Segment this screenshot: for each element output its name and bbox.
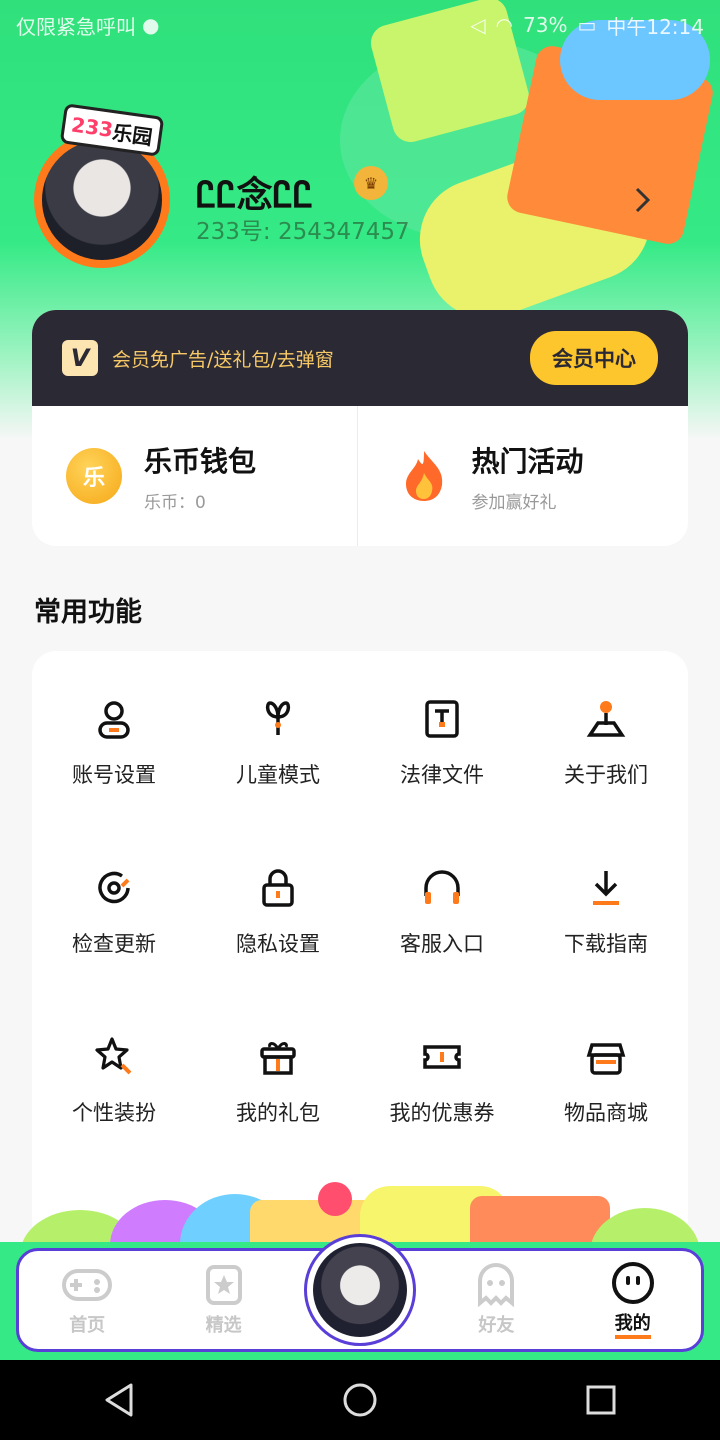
function-label: 关于我们	[564, 763, 648, 787]
user-icon	[98, 701, 130, 739]
recents-icon[interactable]	[585, 1384, 617, 1416]
activity-title: 热门活动	[471, 444, 584, 478]
activity-sub: 参加赢好礼	[471, 492, 557, 513]
privacy-settings-item[interactable]: 隐私设置	[196, 866, 360, 1035]
vip-logo-icon: V	[62, 340, 98, 376]
function-label: 我的优惠券	[389, 1101, 495, 1125]
customer-service-item[interactable]: 客服入口	[360, 866, 524, 1035]
badge-text: 乐园	[110, 119, 154, 150]
smiley-face-icon	[611, 1262, 654, 1304]
common-functions-title: 常用功能	[34, 597, 142, 628]
crown-icon[interactable]: ♛	[354, 166, 388, 200]
battery-icon: ▭	[577, 13, 597, 37]
nav-home-label: 首页	[69, 1315, 106, 1336]
vip-card: V 会员免广告/送礼包/去弹窗 会员中心 乐 乐币钱包 乐币：0 热门活动 参加…	[32, 310, 688, 546]
about-us-item[interactable]: 关于我们	[524, 697, 688, 866]
nav-friends[interactable]: 好友	[436, 1263, 556, 1337]
fire-icon	[398, 448, 450, 504]
function-label: 下载指南	[564, 932, 648, 956]
sprout-icon	[265, 701, 291, 735]
account-settings-item[interactable]: 账号设置	[32, 697, 196, 866]
nav-featured-label: 精选	[205, 1315, 242, 1336]
vip-promo-text: 会员免广告/送礼包/去弹窗	[112, 348, 334, 371]
vip-center-button[interactable]: 会员中心	[530, 331, 658, 385]
function-label: 客服入口	[400, 932, 484, 956]
gift-icon	[260, 1042, 296, 1075]
document-icon	[425, 700, 459, 738]
home-circle-icon[interactable]	[342, 1382, 378, 1418]
function-label: 法律文件	[400, 763, 484, 787]
ghost-icon	[478, 1263, 515, 1307]
joystick-icon	[586, 701, 626, 737]
gamepad-icon	[62, 1269, 113, 1301]
lock-icon	[262, 869, 294, 907]
function-label: 儿童模式	[236, 763, 320, 787]
shop-icon	[586, 1043, 626, 1075]
check-update-item[interactable]: 检查更新	[32, 866, 196, 1035]
person-icon: ●	[142, 13, 160, 37]
star-wand-icon	[95, 1037, 132, 1075]
status-bar: 仅限紧急呼叫 ● ◁ ◠ 73% ▭ 中午12:14	[0, 0, 720, 50]
function-label: 物品商城	[564, 1101, 648, 1125]
nav-mine[interactable]: 我的	[573, 1261, 693, 1339]
function-label: 隐私设置	[236, 932, 320, 956]
ticket-icon	[423, 1045, 461, 1069]
badge-number: 233	[69, 112, 115, 143]
kids-mode-item[interactable]: 儿童模式	[196, 697, 360, 866]
nav-mine-label: 我的	[614, 1309, 651, 1339]
mute-icon: ◁	[470, 13, 486, 37]
function-label: 个性装扮	[72, 1101, 156, 1125]
featured-star-icon	[205, 1265, 242, 1305]
wallet-entry[interactable]: 乐 乐币钱包 乐币：0	[32, 406, 357, 546]
download-guide-item[interactable]: 下载指南	[524, 866, 688, 1035]
download-icon	[593, 871, 619, 905]
back-icon[interactable]	[103, 1382, 135, 1418]
function-label: 我的礼包	[236, 1101, 320, 1125]
balloon-decor	[318, 1182, 352, 1216]
username[interactable]: ᏝᏝ念ᏝᏝ	[196, 166, 313, 218]
nav-home[interactable]: 首页	[27, 1263, 147, 1337]
chevron-right-icon[interactable]	[634, 186, 652, 214]
clock: 中午12:14	[606, 14, 704, 39]
emergency-text: 仅限紧急呼叫	[16, 14, 136, 39]
battery-percent: 73%	[523, 13, 568, 37]
wifi-icon: ◠	[495, 13, 513, 37]
system-nav-bar	[0, 1360, 720, 1440]
nav-featured[interactable]: 精选	[164, 1263, 284, 1337]
vip-banner[interactable]: V 会员免广告/送礼包/去弹窗 会员中心	[32, 310, 688, 406]
activity-entry[interactable]: 热门活动 参加赢好礼	[356, 406, 689, 546]
nav-friends-label: 好友	[478, 1315, 515, 1336]
headphones-icon	[424, 870, 460, 904]
wallet-balance: 乐币：0	[144, 492, 206, 513]
avatar[interactable]: 233 乐园	[20, 103, 180, 270]
function-label: 账号设置	[72, 763, 156, 787]
refresh-icon	[98, 871, 130, 904]
function-label: 检查更新	[72, 932, 156, 956]
user-id[interactable]: 233号: 254347457	[196, 212, 410, 246]
legal-documents-item[interactable]: 法律文件	[360, 697, 524, 866]
nav-avatar-image	[313, 1243, 407, 1337]
wallet-title: 乐币钱包	[144, 444, 257, 478]
coin-icon: 乐	[66, 448, 122, 504]
nav-center-avatar-button[interactable]	[304, 1234, 416, 1346]
